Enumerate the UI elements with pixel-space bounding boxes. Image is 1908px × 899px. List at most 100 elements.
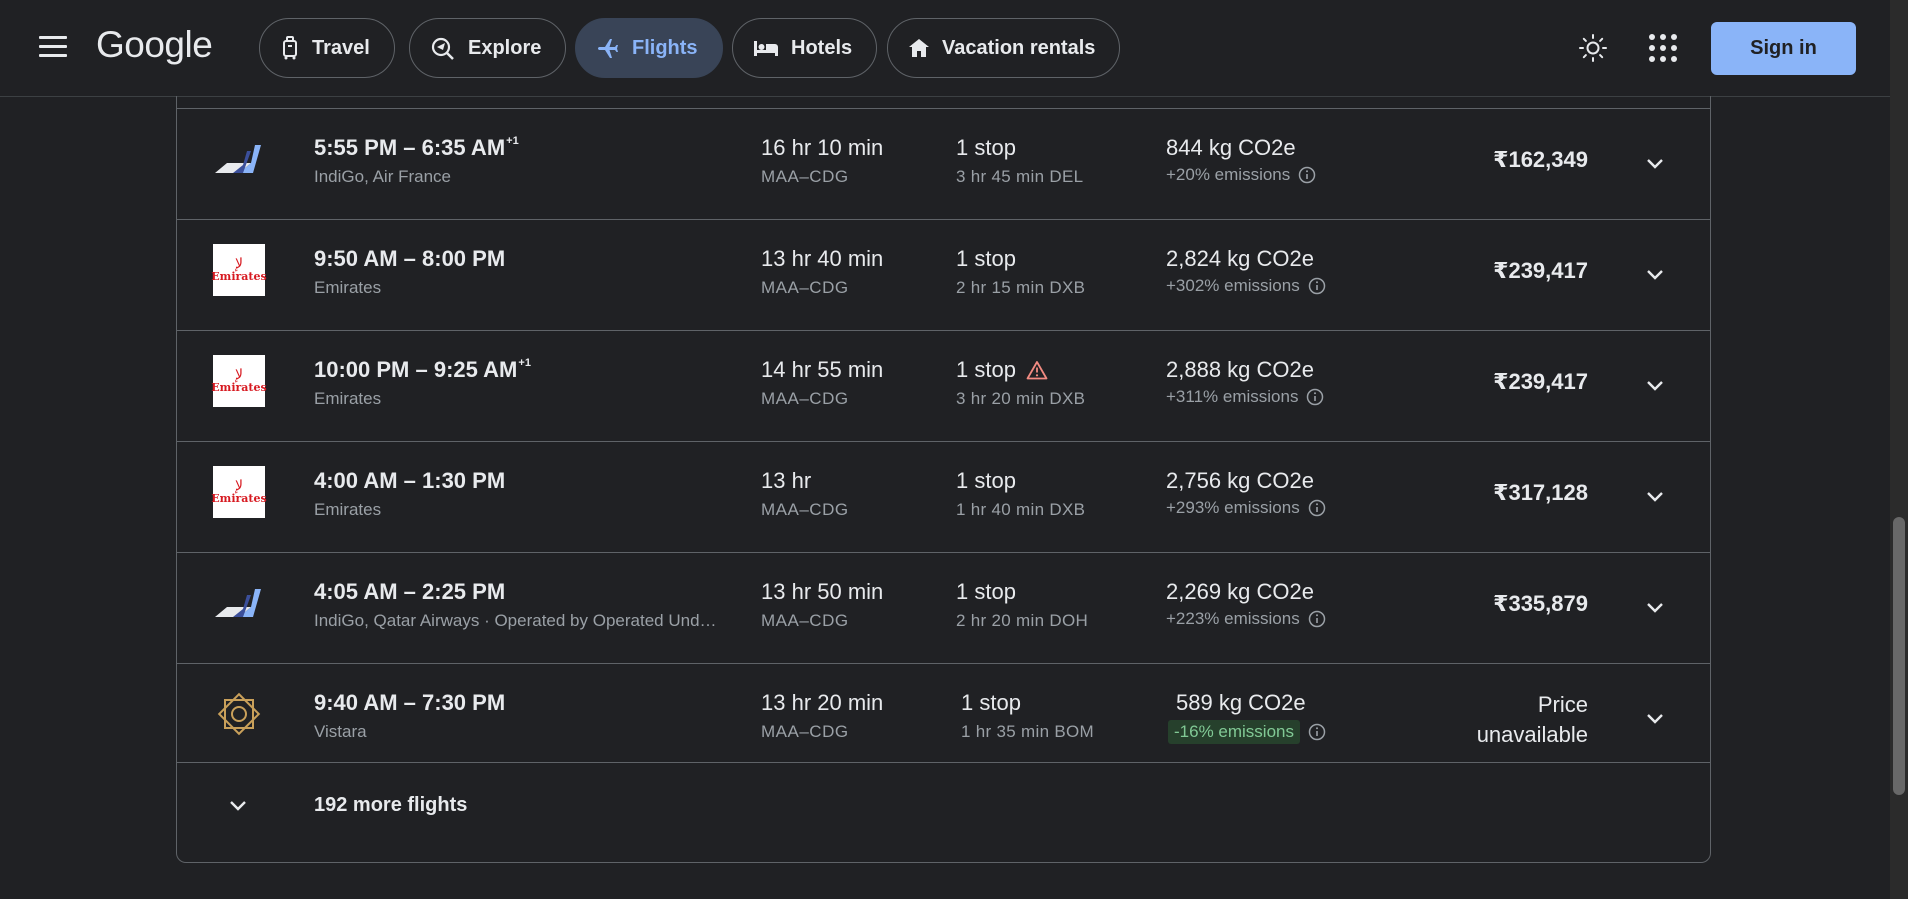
airline-name: Emirates xyxy=(314,500,382,519)
flight-route: MAA–CDG xyxy=(761,500,849,519)
chevron-down-icon[interactable] xyxy=(1640,482,1670,512)
tab-label: Vacation rentals xyxy=(942,36,1096,59)
flight-duration: 13 hr 20 min xyxy=(761,690,884,715)
emissions-comparison: -16% emissions xyxy=(1168,720,1326,744)
layover-info: 1 hr 35 min BOM xyxy=(961,722,1094,741)
warning-icon xyxy=(1026,361,1048,380)
flight-duration: 13 hr 40 min xyxy=(761,246,884,271)
layover-info: 2 hr 15 min DXB xyxy=(956,278,1086,297)
menu-icon-bar xyxy=(39,36,67,39)
co2-emissions: 2,269 kg CO2e xyxy=(1166,579,1314,604)
co2-emissions: 2,888 kg CO2e xyxy=(1166,357,1314,382)
stops-count: 1 stop xyxy=(956,357,1048,383)
flight-times: 4:05 AM – 2:25 PM xyxy=(314,579,506,604)
stops-count: 1 stop xyxy=(956,135,1016,160)
chevron-down-icon[interactable] xyxy=(1640,149,1670,179)
tab-hotels[interactable]: Hotels xyxy=(732,18,878,78)
luggage-icon xyxy=(283,36,297,60)
flight-times: 9:50 AM – 8:00 PM xyxy=(314,246,506,271)
google-logo[interactable]: Google xyxy=(96,24,213,66)
sign-in-button[interactable]: Sign in xyxy=(1711,22,1856,75)
tab-flights[interactable]: Flights xyxy=(575,18,723,78)
emirates-logo: ﻹ Emirates xyxy=(211,355,267,407)
flight-duration: 14 hr 55 min xyxy=(761,357,884,382)
low-emissions-badge: -16% emissions xyxy=(1168,720,1300,744)
flight-times: 9:40 AM – 7:30 PM xyxy=(314,690,506,715)
flight-row[interactable]: ﻹ Emirates 9:50 AM – 8:00 PM Emirates 13 … xyxy=(177,219,1710,331)
flight-row[interactable]: 9:40 AM – 7:30 PM Vistara 13 hr 20 min M… xyxy=(177,663,1710,775)
info-icon[interactable] xyxy=(1298,166,1316,184)
chevron-down-icon[interactable] xyxy=(1640,260,1670,290)
airline-name: Vistara xyxy=(314,722,367,741)
theme-toggle-button[interactable] xyxy=(1578,33,1608,63)
stops-count: 1 stop xyxy=(956,246,1016,271)
google-apps-button[interactable] xyxy=(1649,34,1677,62)
stops-count: 1 stop xyxy=(956,468,1016,493)
emirates-logo: ﻹ Emirates xyxy=(211,466,267,518)
vistara-logo xyxy=(213,688,265,740)
tab-label: Travel xyxy=(312,36,370,59)
flight-results-list: 5:55 PM – 6:35 AM+1 IndiGo, Air France 1… xyxy=(176,96,1711,863)
flight-price: ₹317,128 xyxy=(1493,480,1588,505)
day-offset: +1 xyxy=(518,356,531,369)
info-icon[interactable] xyxy=(1308,277,1326,295)
price-unavailable: Price unavailable xyxy=(1476,692,1588,747)
top-app-bar: Google Travel Explore Flights Hotels Vac… xyxy=(0,0,1890,97)
flight-duration: 13 hr 50 min xyxy=(761,579,884,604)
emissions-comparison: +20% emissions xyxy=(1166,165,1316,185)
layover-info: 3 hr 45 min DEL xyxy=(956,167,1084,186)
info-icon[interactable] xyxy=(1308,610,1326,628)
indigo-air-france-logo xyxy=(213,133,265,185)
chevron-down-icon[interactable] xyxy=(1640,593,1670,623)
flight-route: MAA–CDG xyxy=(761,278,849,297)
scrollbar-thumb[interactable] xyxy=(1893,517,1905,795)
flight-row[interactable]: ﻹ Emirates 4:00 AM – 1:30 PM Emirates 13 … xyxy=(177,441,1710,553)
flight-row[interactable]: 5:55 PM – 6:35 AM+1 IndiGo, Air France 1… xyxy=(177,108,1710,220)
tab-explore[interactable]: Explore xyxy=(409,18,567,78)
tab-label: Hotels xyxy=(791,36,853,59)
airline-name: IndiGo, Air France xyxy=(314,167,452,186)
flight-times: 10:00 PM – 9:25 AM+1 xyxy=(314,356,531,382)
more-flights-label: 192 more flights xyxy=(314,794,468,816)
flight-price: ₹162,349 xyxy=(1493,147,1588,172)
co2-emissions: 589 kg CO2e xyxy=(1176,690,1306,715)
menu-icon-bar xyxy=(39,54,67,57)
emissions-comparison: +302% emissions xyxy=(1166,276,1326,296)
more-flights-button[interactable]: 192 more flights xyxy=(177,762,1710,850)
hotel-icon xyxy=(754,41,778,56)
info-icon[interactable] xyxy=(1306,388,1324,406)
main-menu-button[interactable] xyxy=(34,30,72,66)
tab-vacation-rentals[interactable]: Vacation rentals xyxy=(887,18,1121,78)
stops-count: 1 stop xyxy=(961,690,1021,715)
flight-route: MAA–CDG xyxy=(761,722,849,741)
co2-emissions: 2,756 kg CO2e xyxy=(1166,468,1314,493)
flight-price: ₹239,417 xyxy=(1493,369,1588,394)
flight-route: MAA–CDG xyxy=(761,611,849,630)
layover-info: 2 hr 20 min DOH xyxy=(956,611,1089,630)
flight-times: 4:00 AM – 1:30 PM xyxy=(314,468,506,493)
emissions-comparison: +223% emissions xyxy=(1166,609,1326,629)
flight-route: MAA–CDG xyxy=(761,389,849,408)
chevron-down-icon[interactable] xyxy=(223,791,253,821)
airline-name: Emirates xyxy=(314,389,382,408)
co2-emissions: 2,824 kg CO2e xyxy=(1166,246,1314,271)
emissions-comparison: +293% emissions xyxy=(1166,498,1326,518)
flight-times: 5:55 PM – 6:35 AM+1 xyxy=(314,134,519,160)
stops-count: 1 stop xyxy=(956,579,1016,604)
info-icon[interactable] xyxy=(1308,499,1326,517)
tab-travel[interactable]: Travel xyxy=(259,18,395,78)
info-icon[interactable] xyxy=(1308,723,1326,741)
co2-emissions: 844 kg CO2e xyxy=(1166,135,1296,160)
emirates-logo: ﻹ Emirates xyxy=(211,244,267,296)
flight-row[interactable]: ﻹ Emirates 10:00 PM – 9:25 AM+1 Emirates … xyxy=(177,330,1710,442)
chevron-down-icon[interactable] xyxy=(1640,371,1670,401)
flight-price: ₹239,417 xyxy=(1493,258,1588,283)
chevron-down-icon[interactable] xyxy=(1640,704,1670,734)
flight-price: ₹335,879 xyxy=(1493,591,1588,616)
airline-name: IndiGo, Qatar Airways · Operated by Oper… xyxy=(314,611,717,630)
sun-icon xyxy=(1579,34,1607,62)
airline-name: Emirates xyxy=(314,278,382,297)
tab-label: Flights xyxy=(632,36,698,59)
emissions-comparison: +311% emissions xyxy=(1166,387,1324,407)
flight-row[interactable]: 4:05 AM – 2:25 PM IndiGo, Qatar Airways … xyxy=(177,552,1710,664)
